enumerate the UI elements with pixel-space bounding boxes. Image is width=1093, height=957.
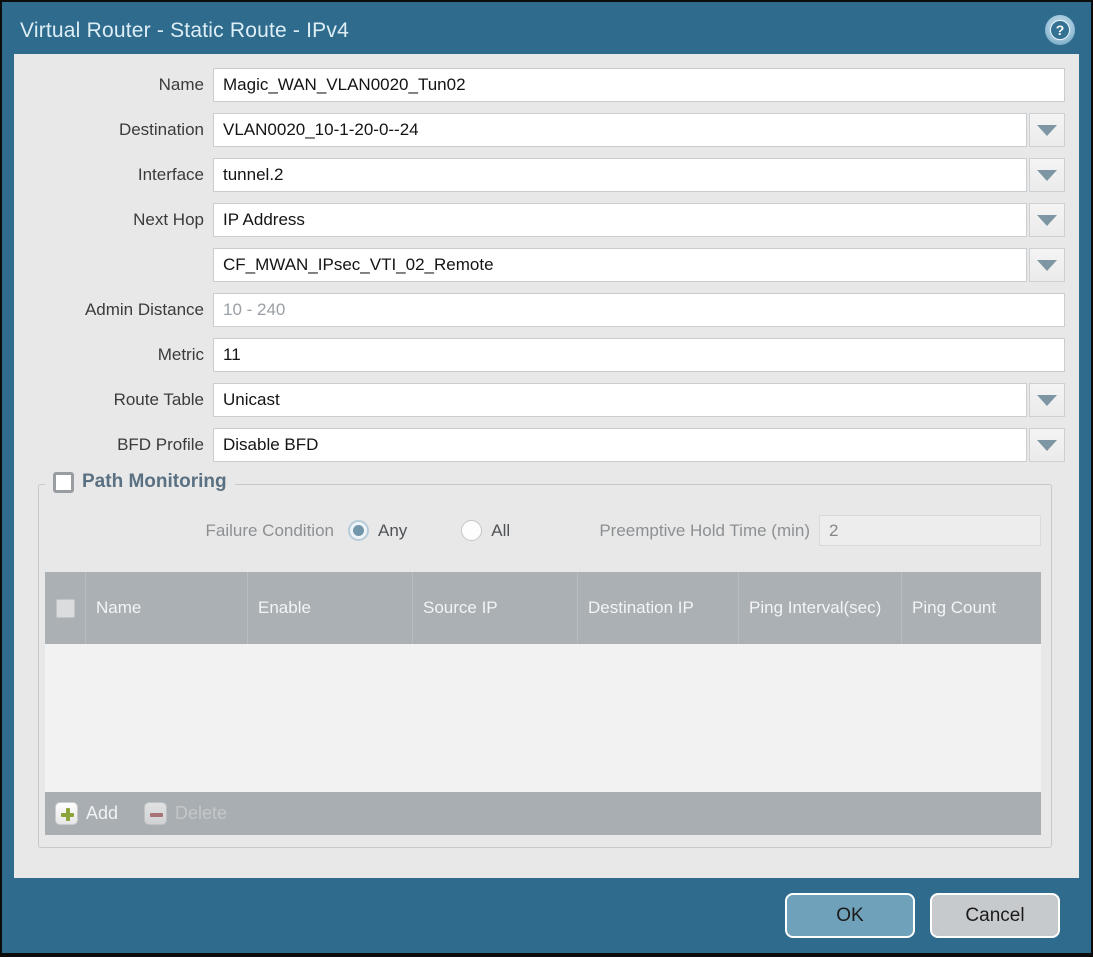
destination-input[interactable] xyxy=(213,113,1027,147)
failure-condition-any-radio[interactable] xyxy=(348,520,369,541)
interface-row: Interface xyxy=(14,158,1065,192)
interface-dropdown-button[interactable] xyxy=(1029,158,1065,192)
table-header-name[interactable]: Name xyxy=(85,572,247,644)
bfd-profile-input[interactable] xyxy=(213,428,1027,462)
destination-row: Destination xyxy=(14,113,1065,147)
interface-input[interactable] xyxy=(213,158,1027,192)
route-table-dropdown-button[interactable] xyxy=(1029,383,1065,417)
table-header-source-ip[interactable]: Source IP xyxy=(412,572,577,644)
failure-condition-any-label: Any xyxy=(378,521,407,541)
name-row: Name xyxy=(14,68,1065,102)
name-label: Name xyxy=(14,75,213,95)
chevron-down-icon xyxy=(1037,170,1057,181)
next-hop-label: Next Hop xyxy=(14,210,213,230)
table-header-enable[interactable]: Enable xyxy=(247,572,412,644)
route-table-input[interactable] xyxy=(213,383,1027,417)
next-hop-type-dropdown-button[interactable] xyxy=(1029,203,1065,237)
dialog-titlebar: Virtual Router - Static Route - IPv4 ? xyxy=(2,2,1091,54)
next-hop-type-input[interactable] xyxy=(213,203,1027,237)
table-header-ping-interval[interactable]: Ping Interval(sec) xyxy=(738,572,901,644)
chevron-down-icon xyxy=(1037,395,1057,406)
table-header-row: Name Enable Source IP Destination IP Pin xyxy=(45,572,1041,644)
chevron-down-icon xyxy=(1037,125,1057,136)
add-button-label: Add xyxy=(86,803,118,824)
next-hop-address-dropdown-button[interactable] xyxy=(1029,248,1065,282)
dialog-footer: OK Cancel xyxy=(2,878,1091,953)
path-monitoring-legend: Path Monitoring xyxy=(45,471,235,493)
path-monitoring-options-row: Failure Condition Any All Preemptive Hol… xyxy=(39,515,1041,546)
next-hop-address-row xyxy=(14,248,1065,282)
failure-condition-all-radio[interactable] xyxy=(461,520,482,541)
admin-distance-row: Admin Distance xyxy=(14,293,1065,327)
path-monitoring-section: Path Monitoring Failure Condition Any Al… xyxy=(38,484,1052,848)
next-hop-type-row: Next Hop xyxy=(14,203,1065,237)
minus-icon xyxy=(144,802,167,825)
ok-button[interactable]: OK xyxy=(785,893,915,938)
table-body-empty xyxy=(45,644,1041,792)
failure-condition-label: Failure Condition xyxy=(39,521,334,541)
chevron-down-icon xyxy=(1037,215,1057,226)
interface-label: Interface xyxy=(14,165,213,185)
dialog-title: Virtual Router - Static Route - IPv4 xyxy=(20,13,349,43)
table-header-select-all[interactable] xyxy=(45,572,85,644)
add-button[interactable]: Add xyxy=(55,802,118,825)
chevron-down-icon xyxy=(1037,260,1057,271)
cancel-button[interactable]: Cancel xyxy=(930,893,1060,938)
bfd-profile-dropdown-button[interactable] xyxy=(1029,428,1065,462)
delete-button-label: Delete xyxy=(175,803,227,824)
radio-dot-icon xyxy=(353,525,364,536)
metric-input[interactable] xyxy=(213,338,1065,372)
dialog-window: Virtual Router - Static Route - IPv4 ? N… xyxy=(0,0,1093,957)
path-monitoring-title: Path Monitoring xyxy=(82,471,227,493)
destination-label: Destination xyxy=(14,120,213,140)
help-button[interactable]: ? xyxy=(1045,15,1075,45)
chevron-down-icon xyxy=(1037,440,1057,451)
metric-row: Metric xyxy=(14,338,1065,372)
metric-label: Metric xyxy=(14,345,213,365)
question-mark-icon: ? xyxy=(1050,20,1070,40)
dialog-content: Name Destination Interface Next Hop xyxy=(14,54,1079,878)
path-monitoring-checkbox[interactable] xyxy=(53,472,74,493)
preemptive-hold-time-input[interactable] xyxy=(819,515,1041,546)
dialog-frame: Name Destination Interface Next Hop xyxy=(2,54,1091,878)
admin-distance-input[interactable] xyxy=(213,293,1065,327)
route-table-row: Route Table xyxy=(14,383,1065,417)
name-input[interactable] xyxy=(213,68,1065,102)
path-monitoring-table: Name Enable Source IP Destination IP Pin xyxy=(45,572,1041,835)
failure-condition-all-label: All xyxy=(491,521,510,541)
destination-dropdown-button[interactable] xyxy=(1029,113,1065,147)
admin-distance-label: Admin Distance xyxy=(14,300,213,320)
bfd-profile-row: BFD Profile xyxy=(14,428,1065,462)
select-all-checkbox[interactable] xyxy=(56,599,75,618)
table-header-ping-count[interactable]: Ping Count xyxy=(901,572,1041,644)
delete-button[interactable]: Delete xyxy=(144,802,227,825)
table-header-destination-ip[interactable]: Destination IP xyxy=(577,572,738,644)
bfd-profile-label: BFD Profile xyxy=(14,435,213,455)
preemptive-hold-time-label: Preemptive Hold Time (min) xyxy=(510,521,819,541)
next-hop-address-input[interactable] xyxy=(213,248,1027,282)
plus-icon xyxy=(55,802,78,825)
table-toolbar: Add Delete xyxy=(45,792,1041,835)
route-table-label: Route Table xyxy=(14,390,213,410)
